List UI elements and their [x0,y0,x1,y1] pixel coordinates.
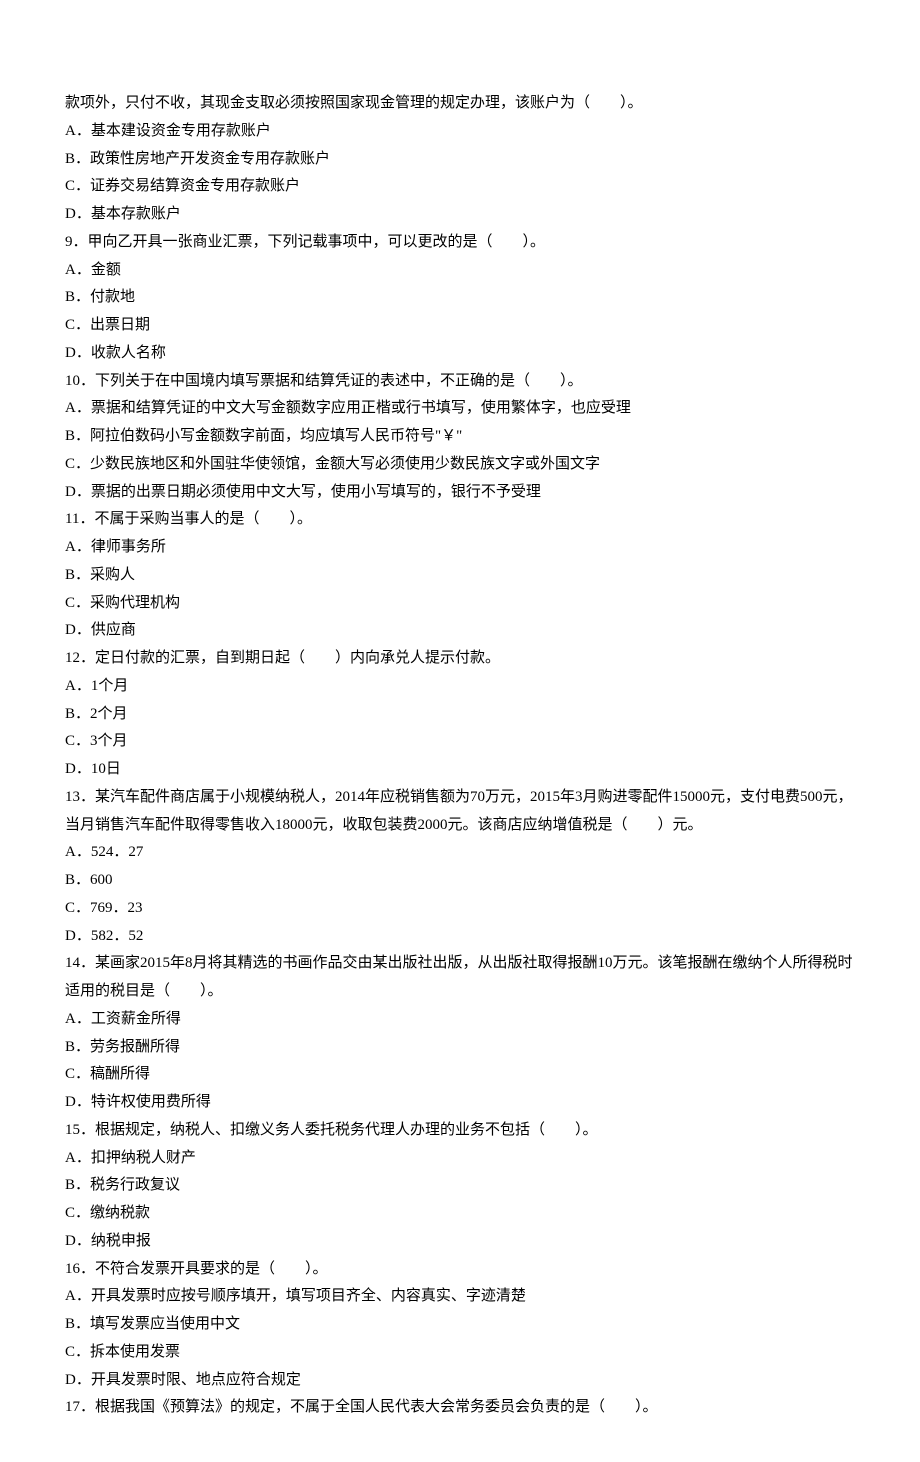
text-line: 15．根据规定，纳税人、扣缴义务人委托税务代理人办理的业务不包括（ ）。 [65,1117,855,1145]
text-line: A．524．27 [65,839,855,867]
text-line: A．基本建设资金专用存款账户 [65,118,855,146]
text-line: B．填写发票应当使用中文 [65,1311,855,1339]
text-line: A．金额 [65,257,855,285]
text-line: D．特许权使用费所得 [65,1089,855,1117]
text-line: 14．某画家2015年8月将其精选的书画作品交由某出版社出版，从出版社取得报酬1… [65,950,855,1006]
text-line: B．2个月 [65,701,855,729]
text-line: B．阿拉伯数码小写金额数字前面，均应填写人民币符号"￥" [65,423,855,451]
text-line: B．劳务报酬所得 [65,1034,855,1062]
text-line: C．稿酬所得 [65,1061,855,1089]
text-line: D．10日 [65,756,855,784]
text-line: A．扣押纳税人财产 [65,1145,855,1173]
text-line: C．缴纳税款 [65,1200,855,1228]
text-line: A．开具发票时应按号顺序填开，填写项目齐全、内容真实、字迹清楚 [65,1283,855,1311]
text-line: D．票据的出票日期必须使用中文大写，使用小写填写的，银行不予受理 [65,479,855,507]
text-line: 17．根据我国《预算法》的规定，不属于全国人民代表大会常务委员会负责的是（ ）。 [65,1394,855,1422]
exam-document: 款项外，只付不收，其现金支取必须按照国家现金管理的规定办理，该账户为（ ）。A．… [65,90,855,1422]
text-line: B．600 [65,867,855,895]
text-line: 13．某汽车配件商店属于小规模纳税人，2014年应税销售额为70万元，2015年… [65,784,855,840]
text-line: B．政策性房地产开发资金专用存款账户 [65,146,855,174]
text-line: 款项外，只付不收，其现金支取必须按照国家现金管理的规定办理，该账户为（ ）。 [65,90,855,118]
text-line: A．1个月 [65,673,855,701]
text-line: D．纳税申报 [65,1228,855,1256]
text-line: D．开具发票时限、地点应符合规定 [65,1367,855,1395]
text-line: D．582．52 [65,923,855,951]
text-line: A．票据和结算凭证的中文大写金额数字应用正楷或行书填写，使用繁体字，也应受理 [65,395,855,423]
text-line: D．收款人名称 [65,340,855,368]
text-line: A．工资薪金所得 [65,1006,855,1034]
text-line: C．出票日期 [65,312,855,340]
text-line: C．769．23 [65,895,855,923]
text-line: C．证券交易结算资金专用存款账户 [65,173,855,201]
text-line: D．供应商 [65,617,855,645]
text-line: C．3个月 [65,728,855,756]
text-line: C．拆本使用发票 [65,1339,855,1367]
text-line: 12．定日付款的汇票，自到期日起（ ）内向承兑人提示付款。 [65,645,855,673]
text-line: B．采购人 [65,562,855,590]
text-line: B．税务行政复议 [65,1172,855,1200]
text-line: 11．不属于采购当事人的是（ ）。 [65,506,855,534]
text-line: 16．不符合发票开具要求的是（ ）。 [65,1256,855,1284]
text-line: A．律师事务所 [65,534,855,562]
text-line: C．采购代理机构 [65,590,855,618]
text-line: B．付款地 [65,284,855,312]
text-line: D．基本存款账户 [65,201,855,229]
text-line: 9．甲向乙开具一张商业汇票，下列记载事项中，可以更改的是（ ）。 [65,229,855,257]
text-line: 10．下列关于在中国境内填写票据和结算凭证的表述中，不正确的是（ ）。 [65,368,855,396]
text-line: C．少数民族地区和外国驻华使领馆，金额大写必须使用少数民族文字或外国文字 [65,451,855,479]
